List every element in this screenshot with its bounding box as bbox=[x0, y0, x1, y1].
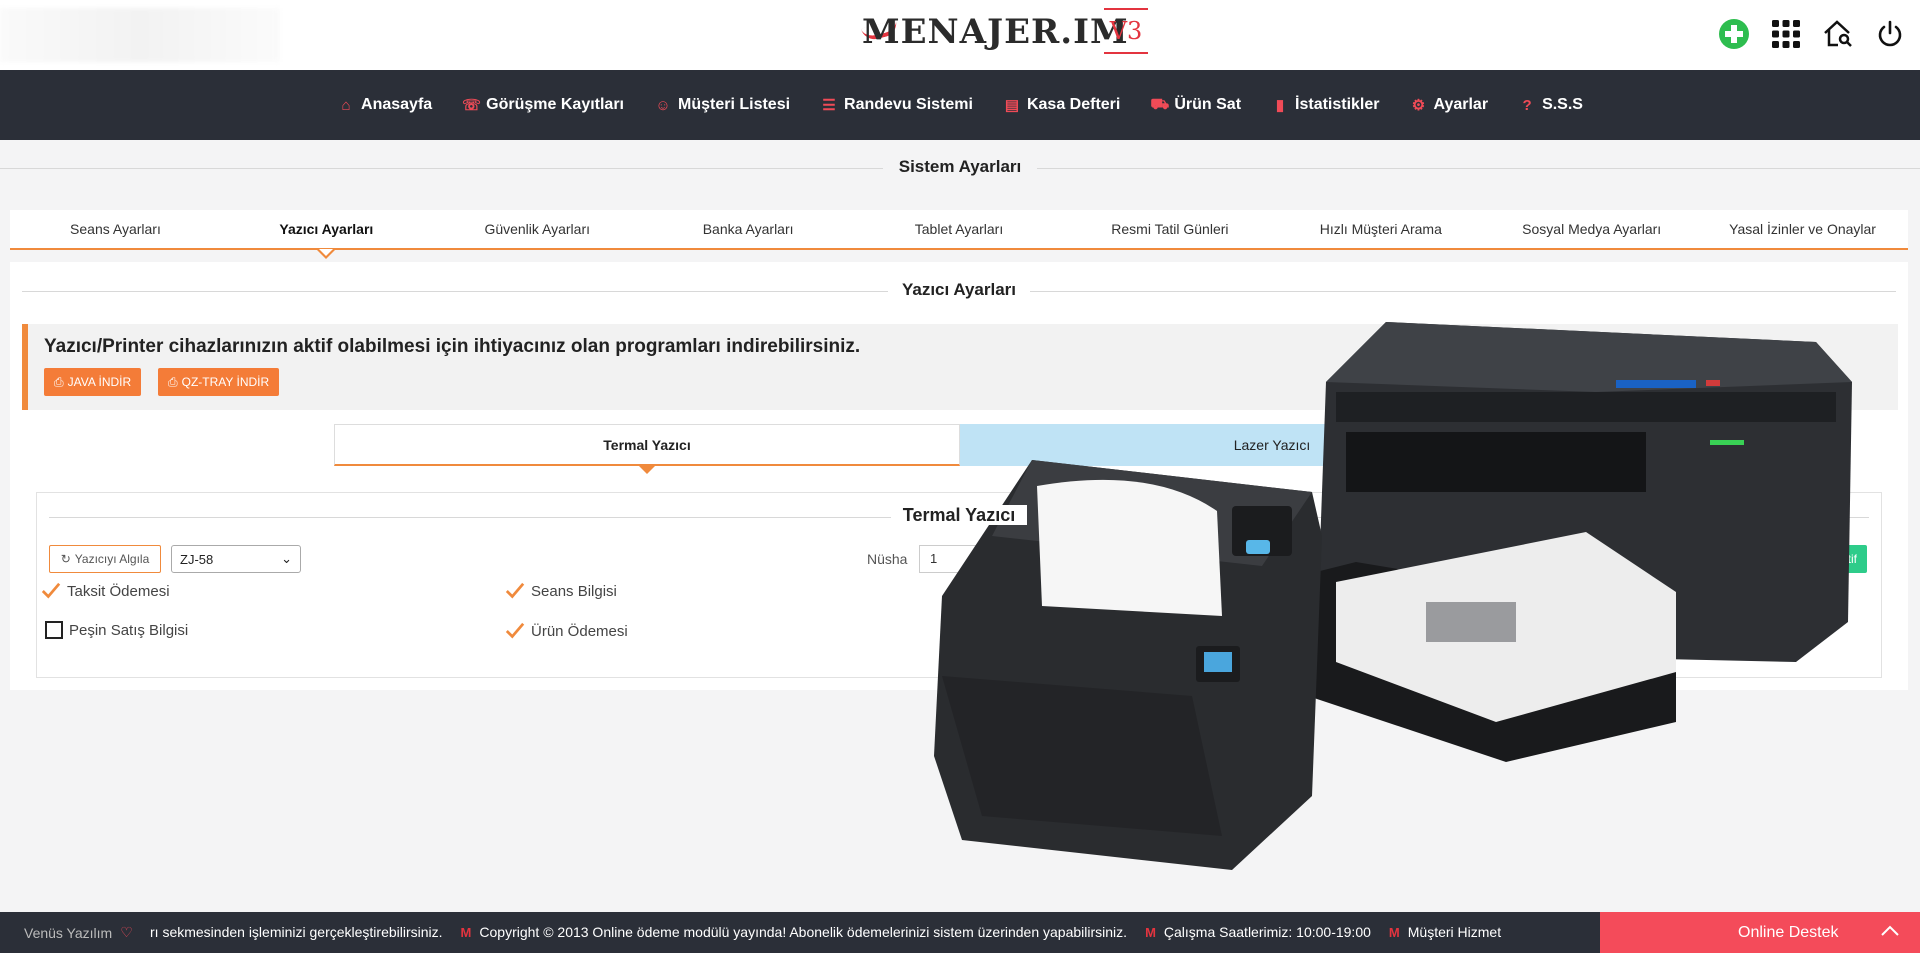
nav-ledger[interactable]: ▤ Kasa Defteri bbox=[1003, 96, 1120, 114]
ticker-item: M Copyright © 2013 Online ödeme modülü ya… bbox=[460, 924, 1128, 940]
tab-quick-customer-search[interactable]: Hızlı Müşteri Arama bbox=[1275, 210, 1486, 248]
gear-icon: ⚙ bbox=[1411, 97, 1426, 114]
qz-tray-download-button[interactable]: ⎙ QZ-TRAY İNDİR bbox=[158, 368, 280, 396]
chevron-down-icon: ⌄ bbox=[281, 551, 292, 566]
tab-social-media-settings[interactable]: Sosyal Medya Ayarları bbox=[1486, 210, 1697, 248]
home-icon: ⌂ bbox=[341, 96, 351, 114]
cart-icon: ⛟ bbox=[1150, 95, 1170, 113]
settings-tabs: Seans Ayarları Yazıcı Ayarları Güvenlik … bbox=[10, 210, 1908, 259]
power-icon[interactable] bbox=[1874, 18, 1906, 50]
apps-grid-icon[interactable] bbox=[1770, 18, 1802, 50]
chevron-up-icon bbox=[1880, 924, 1900, 942]
menajer-logo-icon: M bbox=[1145, 924, 1156, 940]
users-icon: ☺ bbox=[655, 96, 671, 114]
logo-text: MENAJER.IM bbox=[862, 12, 1129, 52]
list-icon: ☰ bbox=[822, 97, 836, 114]
tab-security-settings[interactable]: Güvenlik Ayarları bbox=[432, 210, 643, 248]
menajer-logo-icon: M bbox=[460, 924, 472, 940]
check-icon bbox=[505, 621, 525, 641]
page-title: Sistem Ayarları bbox=[0, 157, 1920, 177]
home-search-icon[interactable] bbox=[1822, 18, 1854, 50]
nav-faq[interactable]: ? S.S.S bbox=[1518, 96, 1583, 114]
top-icons bbox=[1718, 18, 1906, 50]
laser-printer-image bbox=[1296, 322, 1852, 762]
add-icon[interactable] bbox=[1718, 18, 1750, 50]
blurred-area bbox=[0, 8, 280, 62]
menajer-logo-icon: M bbox=[1388, 924, 1400, 940]
tab-tablet-settings[interactable]: Tablet Ayarları bbox=[854, 210, 1065, 248]
logo-version: V3 bbox=[1104, 8, 1148, 54]
printer-select[interactable]: ZJ-58 ⌄ bbox=[171, 545, 301, 573]
copies-label: Nüsha bbox=[867, 551, 908, 567]
tab-printer-settings[interactable]: Yazıcı Ayarları bbox=[221, 210, 432, 259]
tab-public-holidays[interactable]: Resmi Tatil Günleri bbox=[1064, 210, 1275, 248]
printer-icon: ⎙ bbox=[54, 374, 64, 389]
checkbox-cash-sale-info[interactable]: Peşin Satış Bilgisi bbox=[45, 621, 188, 639]
heart-icon: ♡ bbox=[120, 924, 133, 940]
ticker-item: M Çalışma Saatlerimiz: 10:00-19:00 bbox=[1145, 924, 1371, 940]
tab-session-settings[interactable]: Seans Ayarları bbox=[10, 210, 221, 248]
refresh-icon: ↻ bbox=[60, 552, 71, 566]
empty-checkbox-icon bbox=[45, 621, 63, 639]
nav-calls[interactable]: ☏ Görüşme Kayıtları bbox=[462, 96, 624, 114]
nav-customers[interactable]: ☺ Müşteri Listesi bbox=[654, 96, 790, 114]
nav-settings[interactable]: ⚙ Ayarlar bbox=[1410, 96, 1488, 114]
alert-text: Yazıcı/Printer cihazlarınızın aktif olab… bbox=[44, 336, 861, 357]
question-icon: ? bbox=[1522, 96, 1532, 114]
top-header: MENAJER.IM V3 bbox=[0, 0, 1920, 70]
logo[interactable]: MENAJER.IM bbox=[862, 8, 1129, 56]
checkbox-session-info[interactable]: Seans Bilgisi bbox=[505, 581, 617, 601]
ticker-item: M Müşteri Hizmet bbox=[1388, 924, 1502, 940]
ticker-item: rı sekmesinden işleminizi gerçekleştireb… bbox=[150, 924, 443, 940]
nav-statistics[interactable]: ▮ İstatistikler bbox=[1271, 96, 1380, 114]
panel-title: Yazıcı Ayarları bbox=[10, 280, 1908, 300]
tab-bank-settings[interactable]: Banka Ayarları bbox=[643, 210, 854, 248]
ledger-icon: ▤ bbox=[1004, 97, 1020, 114]
main-navbar: ⌂ Anasayfa ☏ Görüşme Kayıtları ☺ Müşteri Li… bbox=[0, 70, 1920, 140]
footer-bar: Venüs Yazılım ♡ rı sekmesinden işleminiz… bbox=[0, 912, 1920, 953]
bar-chart-icon: ▮ bbox=[1275, 97, 1285, 114]
announcement-ticker: rı sekmesinden işleminizi gerçekleştireb… bbox=[150, 924, 1600, 940]
checkbox-installment-payment[interactable]: Taksit Ödemesi bbox=[41, 581, 170, 601]
detect-printer-button[interactable]: ↻ Yazıcıyı Algıla bbox=[49, 545, 161, 573]
check-icon bbox=[41, 581, 61, 601]
checkbox-product-payment[interactable]: Ürün Ödemesi bbox=[505, 621, 628, 641]
online-support-button[interactable]: Online Destek bbox=[1600, 912, 1920, 953]
chat-icon: ☏ bbox=[462, 97, 481, 114]
tab-legal-permissions[interactable]: Yasal İzinler ve Onaylar bbox=[1697, 210, 1908, 248]
tab-thermal-printer[interactable]: Termal Yazıcı bbox=[334, 424, 960, 474]
check-icon bbox=[505, 581, 525, 601]
nav-appointments[interactable]: ☰ Randevu Sistemi bbox=[820, 96, 973, 114]
footer-brand[interactable]: Venüs Yazılım ♡ bbox=[24, 924, 133, 941]
nav-sell-product[interactable]: ⛟ Ürün Sat bbox=[1150, 96, 1241, 115]
printer-icon: ⎙ bbox=[168, 374, 178, 389]
java-download-button[interactable]: ⎙ JAVA İNDİR bbox=[44, 368, 142, 396]
nav-home[interactable]: ⌂ Anasayfa bbox=[337, 96, 432, 114]
